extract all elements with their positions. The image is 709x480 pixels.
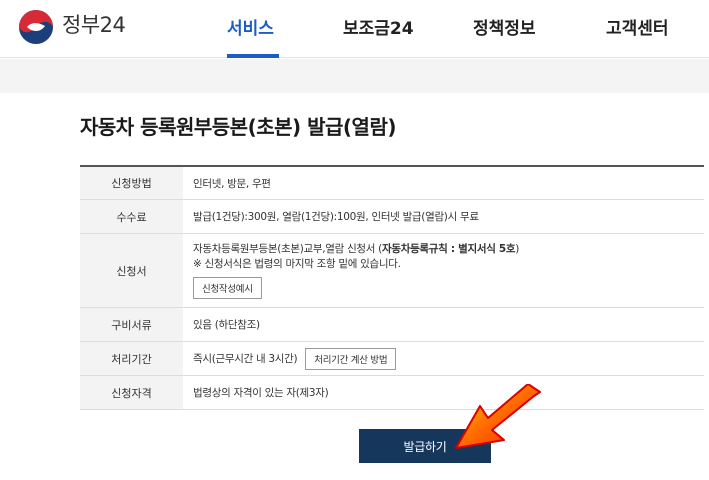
sub-header-bar xyxy=(0,59,709,93)
service-info-table: 신청방법 인터넷, 방문, 우편 수수료 발급(1건당):300원, 열람(1건… xyxy=(80,165,704,410)
row-value: 즉시(근무시간 내 3시간) 처리기간 계산 방법 xyxy=(183,342,704,375)
row-value: 자동차등록원부등본(초본)교부,열람 신청서 (자동차등록규칙 : 별지서식 5… xyxy=(183,234,704,307)
row-label: 구비서류 xyxy=(80,308,183,341)
row-value: 발급(1건당):300원, 열람(1건당):100원, 인터넷 발급(열람)시 … xyxy=(193,211,479,223)
table-row: 신청서 자동차등록원부등본(초본)교부,열람 신청서 (자동차등록규칙 : 별지… xyxy=(80,234,704,308)
form-regulation-text: 자동차등록규칙 : 별지서식 5호 xyxy=(381,243,516,255)
brand-name[interactable]: 정부24 xyxy=(62,9,126,39)
row-label: 신청서 xyxy=(80,234,183,307)
nav-services[interactable]: 서비스 xyxy=(227,14,274,39)
application-example-button[interactable]: 신청작성예시 xyxy=(193,277,262,299)
form-name-text: 자동차등록원부등본(초본)교부,열람 신청서 ( xyxy=(193,243,382,255)
nav-subsidy[interactable]: 보조금24 xyxy=(343,14,414,39)
form-name-line: 자동차등록원부등본(초본)교부,열람 신청서 (자동차등록규칙 : 별지서식 5… xyxy=(193,242,519,257)
site-header: 정부24 서비스 보조금24 정책정보 고객센터 xyxy=(0,0,709,58)
row-value: 있음 (하단참조) xyxy=(193,319,260,331)
government-logo-icon[interactable] xyxy=(18,9,54,45)
form-name-suffix: ) xyxy=(515,243,520,255)
page-title: 자동차 등록원부등본(초본) 발급(열람) xyxy=(80,115,397,139)
row-label: 신청방법 xyxy=(80,167,183,199)
row-label: 신청자격 xyxy=(80,376,183,409)
processing-time-text: 즉시(근무시간 내 3시간) xyxy=(193,353,298,365)
table-row: 신청방법 인터넷, 방문, 우편 xyxy=(80,167,704,200)
row-value: 인터넷, 방문, 우편 xyxy=(193,177,271,190)
table-row: 처리기간 즉시(근무시간 내 3시간) 처리기간 계산 방법 xyxy=(80,342,704,376)
processing-time-calc-button[interactable]: 처리기간 계산 방법 xyxy=(305,347,397,370)
red-arrow-icon xyxy=(455,384,541,449)
form-note: ※ 신청서식은 법령의 마지막 조항 밑에 있습니다. xyxy=(193,258,401,270)
active-nav-indicator xyxy=(227,54,279,58)
row-value: 법령상의 자격이 있는 자(제3자) xyxy=(193,387,329,399)
table-row: 구비서류 있음 (하단참조) xyxy=(80,308,704,342)
nav-customer-center[interactable]: 고객센터 xyxy=(606,14,669,39)
row-label: 처리기간 xyxy=(80,342,183,375)
nav-policy-info[interactable]: 정책정보 xyxy=(473,14,536,39)
table-row: 수수료 발급(1건당):300원, 열람(1건당):100원, 인터넷 발급(열… xyxy=(80,200,704,234)
row-label: 수수료 xyxy=(80,200,183,233)
table-row: 신청자격 법령상의 자격이 있는 자(제3자) xyxy=(80,376,704,410)
